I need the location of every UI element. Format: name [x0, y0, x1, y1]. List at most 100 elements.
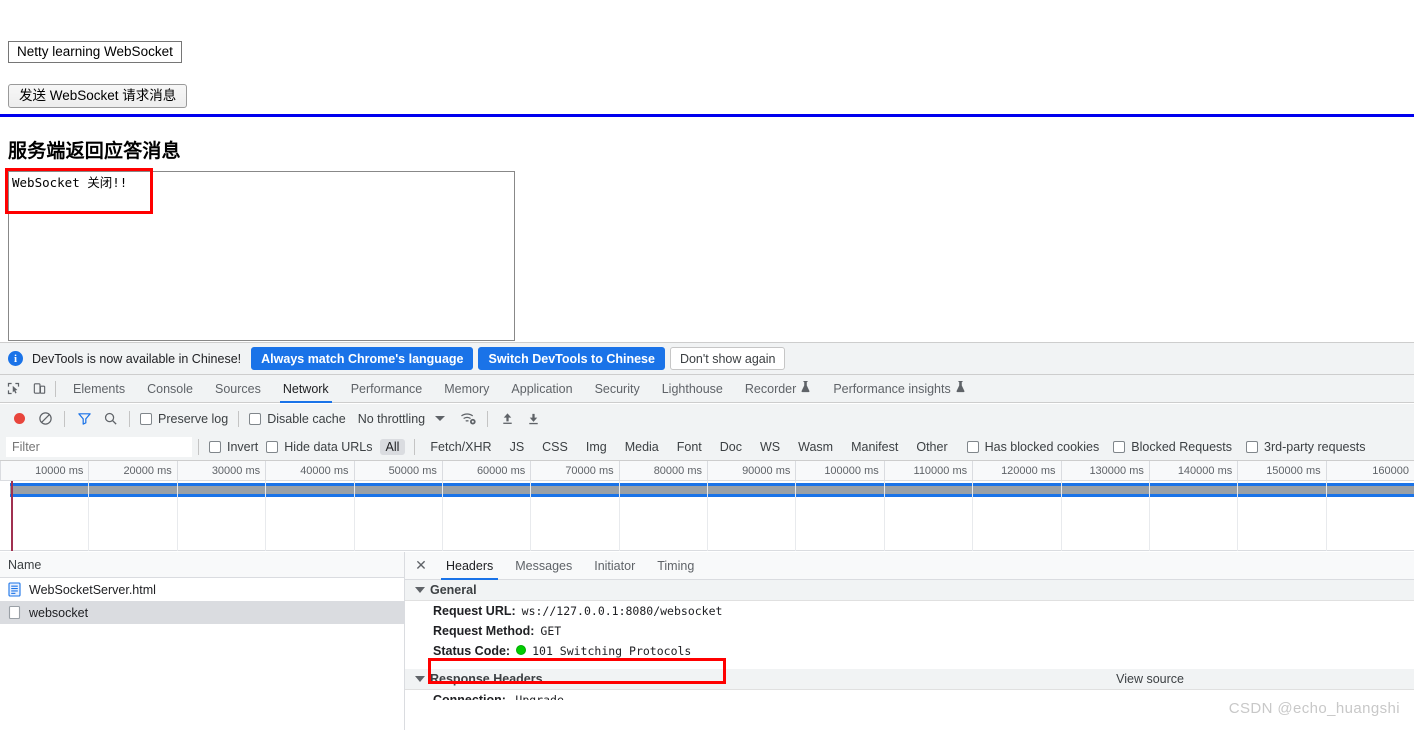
clear-icon[interactable] [32, 406, 58, 432]
flask-icon [800, 381, 811, 396]
invert-checkbox[interactable]: Invert [209, 440, 258, 454]
checkbox-box [140, 412, 152, 425]
switch-devtools-to-chinese-button[interactable]: Switch DevTools to Chinese [478, 347, 665, 370]
checkbox-box [1246, 440, 1259, 453]
tab-initiator[interactable]: Initiator [583, 552, 646, 580]
tabbar-divider [55, 380, 56, 397]
checkbox-box [1113, 440, 1126, 453]
detail-tabbar: ✕ Headers Messages Initiator Timing [405, 552, 1414, 580]
request-list-header: Name [0, 552, 404, 578]
info-icon: i [8, 351, 23, 366]
disable-cache-label: Disable cache [267, 411, 346, 426]
send-websocket-message-button[interactable]: 发送 WebSocket 请求消息 [8, 84, 188, 108]
type-filter-other[interactable]: Other [910, 439, 953, 455]
tab-lighthouse[interactable]: Lighthouse [651, 375, 734, 403]
timeline-tick: 90000 ms [707, 461, 795, 481]
tab-label: Application [511, 381, 573, 396]
blocked-requests-checkbox[interactable]: Blocked Requests [1113, 440, 1232, 454]
close-icon[interactable]: ✕ [411, 556, 431, 576]
overview-gridline [265, 481, 267, 551]
hide-data-urls-checkbox[interactable]: Hide data URLs [266, 440, 373, 454]
overview-gridline [972, 481, 974, 551]
chevron-down-icon [415, 676, 425, 682]
record-button[interactable] [6, 406, 32, 432]
tab-label: Sources [214, 381, 261, 396]
overview-gridline [1237, 481, 1239, 551]
type-filter-js[interactable]: JS [504, 439, 531, 455]
preserve-log-checkbox[interactable]: Preserve log [140, 412, 228, 426]
tab-elements[interactable]: Elements [62, 375, 136, 403]
disable-cache-checkbox[interactable]: Disable cache [249, 412, 346, 426]
filter-input[interactable] [6, 436, 192, 457]
checkbox-box [249, 412, 262, 425]
timeline-ruler: 10000 ms 20000 ms 30000 ms 40000 ms 50000 ms… [0, 461, 1414, 481]
toolbar-divider [129, 410, 130, 427]
preserve-log-label: Preserve log [158, 411, 229, 426]
type-filter-ws[interactable]: WS [754, 439, 786, 455]
third-party-requests-checkbox[interactable]: 3rd-party requests [1246, 440, 1365, 454]
response-headers-section-header[interactable]: Response Headers View source [405, 669, 1414, 690]
tab-memory[interactable]: Memory [433, 375, 500, 403]
type-filter-media[interactable]: Media [619, 439, 665, 455]
chevron-down-icon[interactable] [435, 416, 446, 421]
tab-label: Memory [444, 381, 490, 396]
flask-icon [955, 381, 966, 396]
devtools-tabbar: Elements Console Sources Network Perform… [0, 375, 1414, 403]
request-method-value: GET [540, 624, 562, 638]
overview-gridline [795, 481, 797, 551]
status-code-row: Status Code: 101 Switching Protocols [405, 641, 1414, 661]
tab-label: Lighthouse [661, 381, 723, 396]
type-filter-doc[interactable]: Doc [714, 439, 748, 455]
tab-performance-insights[interactable]: Performance insights [822, 375, 976, 403]
view-source-link[interactable]: View source [1116, 672, 1184, 686]
throttling-selector[interactable]: No throttling [358, 412, 425, 426]
has-blocked-cookies-label: Has blocked cookies [984, 439, 1100, 454]
tab-messages[interactable]: Messages [504, 552, 583, 580]
filter-icon[interactable] [71, 406, 97, 432]
type-filter-wasm[interactable]: Wasm [792, 439, 839, 455]
general-section-header[interactable]: General [405, 580, 1414, 601]
blocked-requests-label: Blocked Requests [1131, 439, 1233, 454]
device-toolbar-icon[interactable] [26, 376, 52, 402]
tab-sources[interactable]: Sources [204, 375, 272, 403]
type-filter-fetch-xhr[interactable]: Fetch/XHR [424, 439, 497, 455]
tab-performance[interactable]: Performance [340, 375, 434, 403]
tab-application[interactable]: Application [500, 375, 583, 403]
tab-timing[interactable]: Timing [646, 552, 705, 580]
tab-label: Recorder [744, 381, 797, 396]
has-blocked-cookies-checkbox[interactable]: Has blocked cookies [966, 439, 1100, 454]
tab-recorder[interactable]: Recorder [734, 375, 822, 403]
tab-console[interactable]: Console [136, 375, 204, 403]
checkbox-box [209, 440, 221, 453]
type-filter-font[interactable]: Font [671, 439, 708, 455]
request-url-value: ws://127.0.0.1:8080/websocket [521, 604, 723, 618]
export-har-icon[interactable] [520, 406, 546, 432]
request-name: websocket [29, 605, 89, 620]
table-row[interactable]: WebSocketServer.html [0, 578, 404, 601]
server-response-textarea[interactable] [8, 171, 515, 341]
tab-headers[interactable]: Headers [435, 552, 504, 580]
response-header-value: Upgrade [515, 693, 564, 700]
search-icon[interactable] [97, 406, 123, 432]
type-filter-manifest[interactable]: Manifest [845, 439, 904, 455]
type-filter-all[interactable]: All [379, 438, 406, 455]
type-filter-img[interactable]: Img [580, 439, 613, 455]
toolbar-divider [238, 410, 240, 427]
always-match-language-button[interactable]: Always match Chrome's language [251, 347, 474, 370]
third-party-requests-label: 3rd-party requests [1264, 439, 1366, 454]
table-row[interactable]: websocket [0, 601, 404, 624]
inspect-element-icon[interactable] [0, 376, 26, 402]
request-detail-panel: ✕ Headers Messages Initiator Timing Gene… [405, 552, 1414, 730]
type-filter-css[interactable]: CSS [536, 439, 574, 455]
page-title-box: Netty learning WebSocket [8, 41, 182, 63]
response-header-row: Connection: Upgrade [405, 690, 1414, 700]
network-overview-pane[interactable] [0, 481, 1414, 551]
import-har-icon[interactable] [494, 406, 520, 432]
network-conditions-icon[interactable] [455, 406, 481, 432]
dont-show-again-button[interactable]: Don't show again [669, 347, 786, 370]
section-heading: 服务端返回应答消息 [8, 141, 181, 162]
tab-security[interactable]: Security [584, 375, 651, 403]
request-url-row: Request URL: ws://127.0.0.1:8080/websock… [405, 601, 1414, 621]
tab-network[interactable]: Network [272, 375, 340, 403]
overview-selection-band[interactable] [10, 483, 1414, 497]
